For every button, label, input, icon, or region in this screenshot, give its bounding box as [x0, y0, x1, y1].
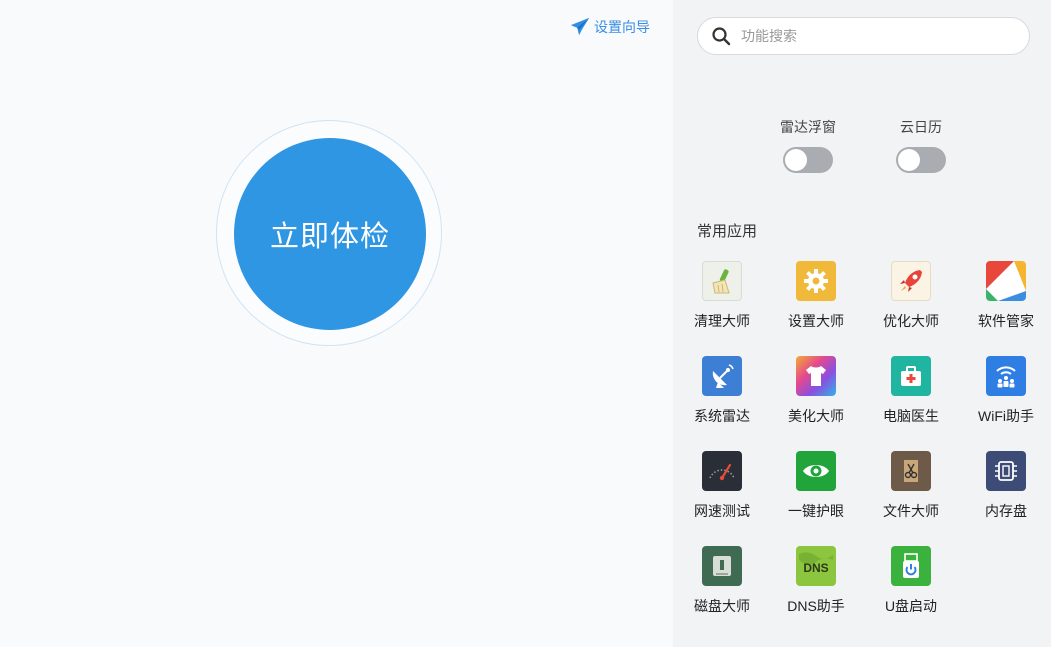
app-wifi-assistant[interactable]: WiFi助手 — [961, 356, 1051, 426]
usb-boot-icon — [891, 546, 931, 586]
app-label: DNS助手 — [787, 598, 845, 614]
app-cleanup-master[interactable]: 清理大师 — [677, 261, 767, 331]
cloud-calendar-toggle[interactable] — [896, 147, 946, 173]
radar-float-window-label: 雷达浮窗 — [780, 119, 836, 135]
gear-icon — [796, 261, 836, 301]
eye-icon — [796, 451, 836, 491]
app-label: 优化大师 — [883, 313, 939, 329]
common-apps-title: 常用应用 — [697, 223, 758, 240]
search-input[interactable] — [739, 27, 1003, 45]
file-shredder-icon — [891, 451, 931, 491]
app-label: 磁盘大师 — [694, 598, 750, 614]
broom-icon — [702, 261, 742, 301]
wifi-users-icon — [986, 356, 1026, 396]
setup-wizard-label: 设置向导 — [594, 19, 650, 35]
app-label: 一键护眼 — [788, 503, 844, 519]
app-label: 软件管家 — [978, 313, 1034, 329]
app-label: U盘启动 — [884, 598, 938, 614]
speedometer-icon — [702, 451, 742, 491]
memory-chip-icon — [986, 451, 1026, 491]
main-panel: 设置向导 立即体检 — [0, 0, 673, 647]
app-label: 网速测试 — [694, 503, 750, 519]
rocket-icon — [891, 261, 931, 301]
app-speed-test[interactable]: 网速测试 — [677, 451, 767, 521]
app-beautify-master[interactable]: 美化大师 — [771, 356, 861, 426]
app-label: 设置大师 — [788, 313, 844, 329]
radar-float-window-setting: 雷达浮窗 — [768, 117, 848, 173]
app-label: 文件大师 — [883, 503, 939, 519]
cloud-calendar-setting: 云日历 — [881, 117, 961, 173]
dns-icon: DNS — [796, 546, 836, 586]
paper-plane-icon — [570, 17, 590, 36]
app-dns-assistant[interactable]: DNS DNS助手 — [771, 546, 861, 616]
app-software-manager[interactable]: 软件管家 — [961, 261, 1051, 331]
app-usb-boot[interactable]: U盘启动 — [866, 546, 956, 616]
satellite-dish-icon — [702, 356, 742, 396]
app-label: 内存盘 — [985, 503, 1027, 519]
setup-wizard-link[interactable]: 设置向导 — [569, 16, 650, 38]
cloud-calendar-label: 云日历 — [900, 119, 942, 135]
app-label: WiFi助手 — [978, 408, 1034, 424]
start-checkup-label: 立即体检 — [269, 221, 390, 253]
app-label: 美化大师 — [788, 408, 844, 424]
svg-text:DNS: DNS — [803, 561, 828, 575]
radar-float-window-toggle[interactable] — [783, 147, 833, 173]
app-label: 清理大师 — [694, 313, 750, 329]
app-pc-doctor[interactable]: 电脑医生 — [866, 356, 956, 426]
app-disk-master[interactable]: 磁盘大师 — [677, 546, 767, 616]
app-ram-disk[interactable]: 内存盘 — [961, 451, 1051, 521]
app-label: 电脑医生 — [883, 408, 939, 424]
start-checkup-button[interactable]: 立即体检 — [234, 138, 426, 330]
app-eye-protection[interactable]: 一键护眼 — [771, 451, 861, 521]
software-manager-icon — [986, 261, 1026, 301]
app-optimize-master[interactable]: 优化大师 — [866, 261, 956, 331]
search-icon — [712, 27, 731, 46]
disk-icon — [702, 546, 742, 586]
app-label: 系统雷达 — [694, 408, 750, 424]
app-system-radar[interactable]: 系统雷达 — [677, 356, 767, 426]
first-aid-kit-icon — [891, 356, 931, 396]
tshirt-icon — [796, 356, 836, 396]
app-file-master[interactable]: 文件大师 — [866, 451, 956, 521]
function-search-box[interactable] — [697, 17, 1030, 55]
app-settings-master[interactable]: 设置大师 — [771, 261, 861, 331]
side-panel: 雷达浮窗 云日历 常用应用 清理大师 — [673, 0, 1051, 647]
